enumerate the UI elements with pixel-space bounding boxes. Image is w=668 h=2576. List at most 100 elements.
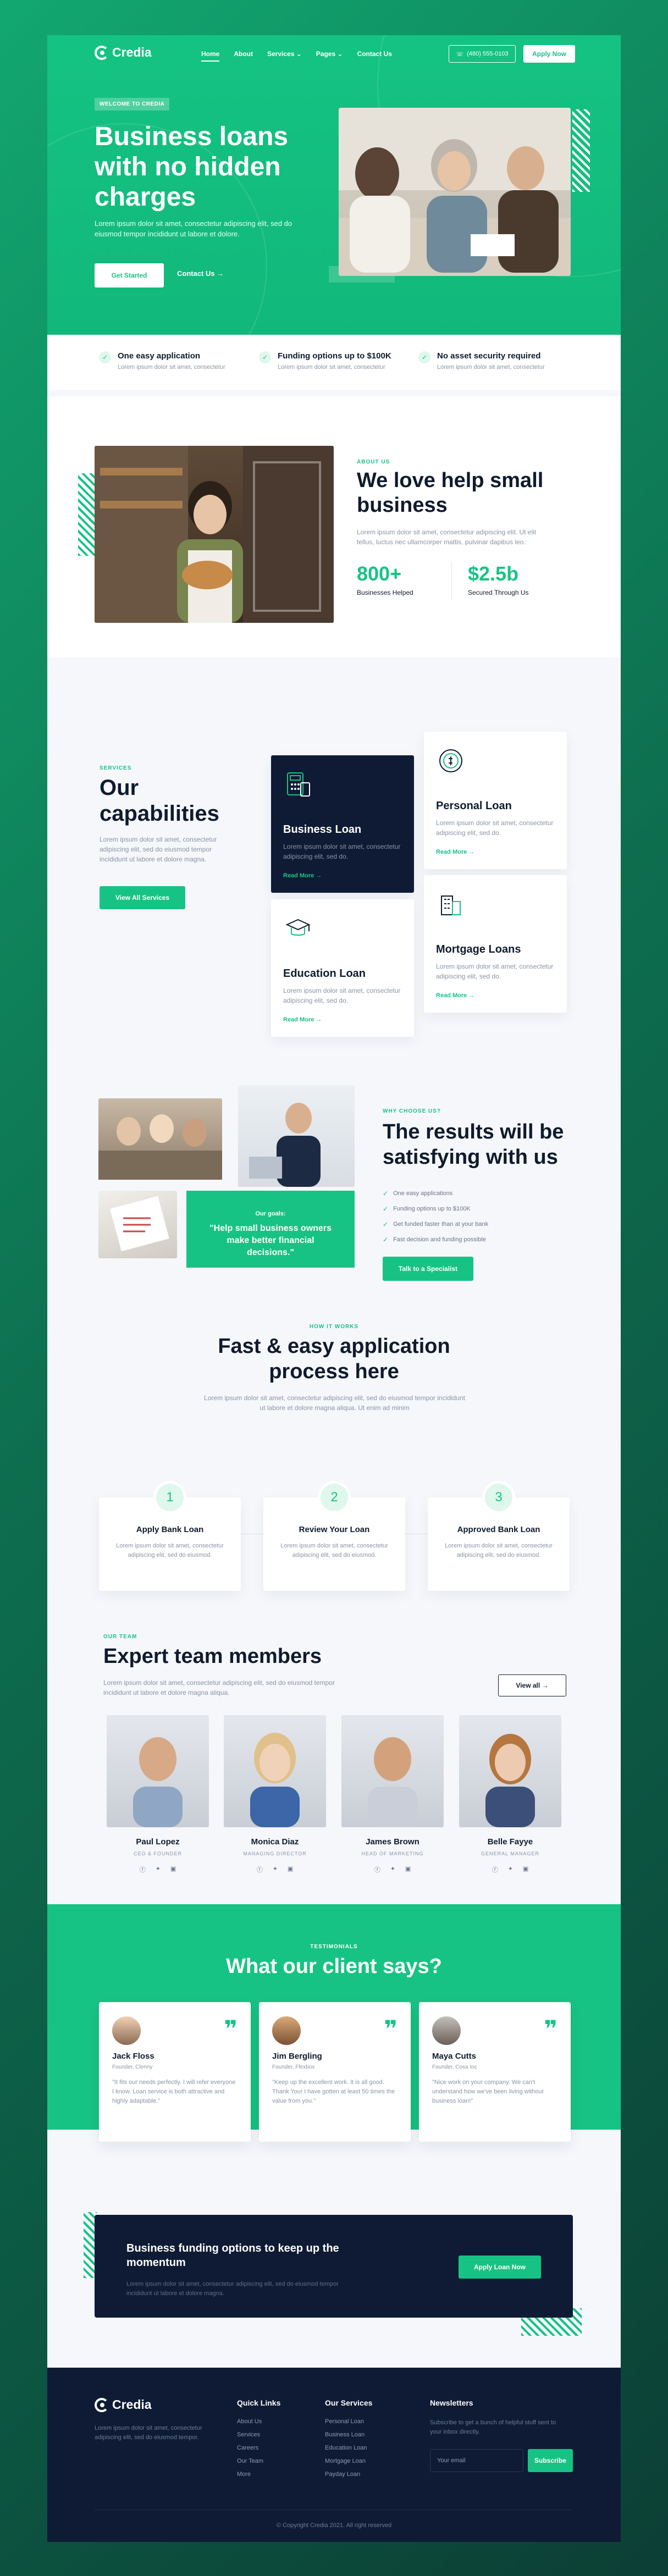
card-title: Personal Loan: [436, 800, 512, 812]
linkedin-icon[interactable]: ▣: [288, 1865, 293, 1874]
twitter-icon[interactable]: ✦: [156, 1865, 161, 1874]
client-name: Jack Floss: [112, 2052, 154, 2061]
check-icon: ✓: [99, 351, 111, 363]
quote-icon: ❞: [384, 2016, 398, 2042]
linkedin-icon[interactable]: ▣: [405, 1865, 411, 1874]
step-card: 1 Apply Bank Loan Lorem ipsum dolor sit …: [99, 1481, 241, 1591]
feature-text: Lorem ipsum dolor sit amet, consectetur: [437, 364, 545, 371]
capabilities-eyebrow: SERVICES: [100, 765, 132, 771]
footer-link[interactable]: Services: [237, 2431, 280, 2438]
client-name: Jim Bergling: [272, 2052, 322, 2061]
linkedin-icon[interactable]: ▣: [523, 1865, 528, 1874]
nav-about[interactable]: About: [234, 50, 253, 58]
hero-lead: Lorem ipsum dolor sit amet, consectetur …: [95, 219, 292, 238]
service-card-mortgage-loans[interactable]: Mortgage Loans Lorem ipsum dolor sit ame…: [424, 875, 567, 1013]
facebook-icon[interactable]: ⓕ: [374, 1865, 380, 1874]
step-number-value: 2: [321, 1484, 348, 1511]
feature-title: No asset security required: [437, 351, 541, 361]
step-card: 2 Review Your Loan Lorem ipsum dolor sit…: [263, 1481, 405, 1591]
member-photo: [224, 1715, 326, 1827]
twitter-icon[interactable]: ✦: [273, 1865, 278, 1874]
quote-icon: ❞: [224, 2016, 238, 2042]
card-text: Lorem ipsum dolor sit amet, consectetur …: [283, 843, 401, 860]
feature-item: ✓ One easy application Lorem ipsum dolor …: [99, 351, 225, 371]
card-title: Business Loan: [283, 823, 362, 836]
brand-name: Credia: [112, 45, 152, 59]
footer-link[interactable]: More: [237, 2471, 280, 2478]
calculator-icon: [283, 770, 313, 799]
about-title: We love help small business: [357, 469, 544, 517]
footer-heading: Our Services: [325, 2398, 373, 2407]
footer-link[interactable]: Our Team: [237, 2458, 280, 2464]
subscribe-button[interactable]: Subscribe: [528, 2449, 573, 2472]
read-more-link[interactable]: Read More →: [436, 992, 555, 999]
facebook-icon[interactable]: ⓕ: [492, 1865, 498, 1874]
decor-stripes: [78, 473, 95, 556]
contact-link-label: Contact Us: [177, 269, 215, 278]
footer-link[interactable]: Personal Loan: [325, 2418, 372, 2425]
read-more-link[interactable]: Read More →: [283, 872, 402, 879]
footer-link[interactable]: Education Loan: [325, 2445, 372, 2451]
contact-link[interactable]: Contact Us →: [177, 269, 224, 278]
view-all-services-button[interactable]: View All Services: [100, 886, 185, 909]
twitter-icon[interactable]: ✦: [508, 1865, 513, 1874]
service-card-personal-loan[interactable]: Personal Loan Lorem ipsum dolor sit amet…: [424, 732, 567, 869]
hero-title: Business loans with no hidden charges: [95, 122, 289, 212]
footer-link[interactable]: About Us: [237, 2418, 280, 2425]
client-name: Maya Cutts: [432, 2052, 477, 2061]
service-card-business-loan[interactable]: Business Loan Lorem ipsum dolor sit amet…: [271, 755, 414, 893]
phone-icon: ☏: [456, 51, 464, 58]
main-nav: Home About Services ⌄ Pages ⌄ Contact Us: [201, 50, 392, 62]
logo-icon: [95, 2397, 109, 2412]
nav-pages[interactable]: Pages ⌄: [316, 50, 343, 58]
phone-number: (480) 555-0103: [467, 51, 509, 57]
site-footer: Credia Lorem ipsum dolor sit amet, conse…: [47, 2368, 621, 2542]
chevron-down-icon: ⌄: [296, 50, 302, 58]
footer-link[interactable]: Mortgage Loan: [325, 2458, 372, 2464]
cta-text: Lorem ipsum dolor sit amet, consectetur …: [126, 2281, 339, 2297]
get-started-button[interactable]: Get Started: [95, 263, 164, 288]
feature-item: ✓ No asset security required Lorem ipsum …: [418, 351, 545, 371]
member-role: HEAD OF MARKETING: [361, 1851, 424, 1856]
nav-home[interactable]: Home: [201, 50, 220, 62]
footer-newsletter: Newsletters Subscribe to get a bunch of …: [430, 2398, 573, 2472]
step-number: 3: [482, 1481, 515, 1514]
about-eyebrow: ABOUT US: [357, 459, 390, 465]
footer-link[interactable]: Payday Loan: [325, 2471, 372, 2478]
nav-contact[interactable]: Contact Us: [357, 50, 392, 58]
brand-name: Credia: [112, 2397, 152, 2412]
hero-section: Credia Home About Services ⌄ Pages ⌄ Con…: [47, 35, 621, 335]
capabilities-section: SERVICES Our capabilities Lorem ipsum do…: [47, 657, 621, 1037]
client-role: Founder, Clenny: [112, 2064, 153, 2070]
talk-to-specialist-button[interactable]: Talk to a Specialist: [383, 1257, 473, 1281]
brand-logo[interactable]: Credia: [95, 45, 152, 60]
client-quote: "It fits our needs perfectly. I will ref…: [112, 2079, 236, 2104]
facebook-icon[interactable]: ⓕ: [140, 1865, 146, 1874]
nav-pages-label: Pages: [316, 50, 336, 58]
email-field[interactable]: Your email: [430, 2449, 523, 2472]
avatar: [272, 2016, 301, 2045]
nav-services[interactable]: Services ⌄: [267, 50, 302, 58]
hero-badge: WELCOME TO CREDIA: [95, 98, 170, 110]
how-title: Fast & easy application process here: [218, 1335, 450, 1383]
building-icon: [436, 889, 466, 919]
chevron-down-icon: ⌄: [337, 50, 343, 58]
facebook-icon[interactable]: ⓕ: [257, 1865, 263, 1874]
twitter-icon[interactable]: ✦: [390, 1865, 395, 1874]
apply-now-button[interactable]: Apply Now: [523, 45, 575, 63]
view-all-team-button[interactable]: View all →: [498, 1674, 566, 1696]
card-title: Mortgage Loans: [436, 943, 521, 955]
phone-button[interactable]: ☏ (480) 555-0103: [449, 45, 516, 63]
avatar: [432, 2016, 461, 2045]
read-more-label: Read More: [436, 992, 467, 999]
check-icon: ✓: [383, 1220, 389, 1228]
member-photo: [459, 1715, 561, 1827]
footer-link[interactable]: Careers: [237, 2445, 280, 2451]
about-text: Lorem ipsum dolor sit amet, consectetur …: [357, 528, 537, 546]
read-more-link[interactable]: Read More →: [436, 849, 555, 855]
linkedin-icon[interactable]: ▣: [170, 1865, 176, 1874]
step-title: Approved Bank Loan: [457, 1525, 540, 1534]
footer-logo[interactable]: Credia: [95, 2397, 152, 2412]
footer-link[interactable]: Business Loan: [325, 2431, 372, 2438]
apply-loan-now-button[interactable]: Apply Loan Now: [459, 2256, 541, 2279]
